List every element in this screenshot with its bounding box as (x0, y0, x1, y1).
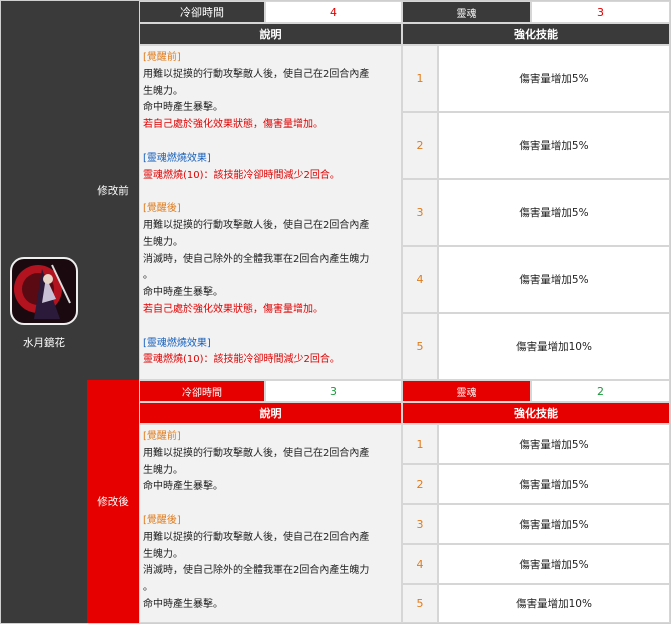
skill-description: [覺醒前] 用難以捉摸的行動攻擊敵人後，使自己在2回合內產 生魄力。 命中時產生… (139, 424, 402, 623)
level-text: 傷害量增加5% (438, 544, 670, 584)
desc-burn-title: [靈魂燃燒效果] (143, 152, 211, 164)
section-label-before: 修改前 (87, 1, 139, 380)
soul-label: 靈魂 (402, 380, 531, 402)
enhance-header: 強化技能 (402, 23, 670, 45)
level-text: 傷害量增加10% (438, 313, 670, 380)
desc-header: 說明 (139, 23, 402, 45)
skill-column: 水月鏡花 (1, 1, 87, 623)
desc-post-title: [覺醒後] (143, 514, 181, 526)
level-text: 傷害量增加5% (438, 112, 670, 179)
skill-description: [覺醒前] 用難以捉摸的行動攻擊敵人後，使自己在2回合內產 生魄力。 命中時產生… (139, 45, 402, 380)
level-text: 傷害量增加10% (438, 584, 670, 623)
level-number: 5 (402, 584, 438, 623)
level-number: 5 (402, 313, 438, 380)
desc-line: 用難以捉摸的行動攻擊敵人後，使自己在2回合內產 (143, 531, 370, 543)
soul-value: 3 (531, 1, 670, 23)
desc-line: 若自己處於強化效果狀態，傷害量增加。 (143, 119, 323, 131)
cooldown-label: 冷卻時間 (139, 380, 265, 402)
level-text: 傷害量增加5% (438, 179, 670, 246)
desc-line: 用難以捉摸的行動攻擊敵人後，使自己在2回合內產 (143, 447, 370, 459)
skill-portrait-icon (10, 257, 78, 325)
desc-burn-line: 靈魂燃燒(10)：該技能冷卻時間減少2回合。 (143, 354, 340, 366)
cooldown-value: 3 (265, 380, 402, 402)
level-text: 傷害量增加5% (438, 45, 670, 112)
skill-compare-table: 水月鏡花 修改前 冷卻時間 4 靈魂 3 說明 強化技能 [覺醒前] 用難以捉摸… (0, 0, 671, 624)
desc-line: 命中時產生暴擊。 (143, 481, 223, 493)
cooldown-label: 冷卻時間 (139, 1, 265, 23)
desc-line: 生魄力。 (143, 548, 183, 560)
desc-line: 生魄力。 (143, 85, 183, 97)
desc-line: 命中時產生暴擊。 (143, 598, 223, 610)
desc-pre-title: [覺醒前] (143, 52, 181, 63)
level-text: 傷害量增加5% (438, 464, 670, 504)
desc-line: 若自己處於強化效果狀態，傷害量增加。 (143, 303, 323, 315)
level-text: 傷害量增加5% (438, 504, 670, 544)
level-number: 4 (402, 246, 438, 313)
desc-line: 生魄力。 (143, 236, 183, 248)
desc-line: 命中時產生暴擊。 (143, 102, 223, 114)
desc-burn-title: [靈魂燃燒效果] (143, 337, 211, 349)
desc-line: 。 (143, 270, 153, 282)
level-number: 2 (402, 112, 438, 179)
desc-header: 說明 (139, 402, 402, 424)
level-number: 3 (402, 179, 438, 246)
desc-line: 用難以捉摸的行動攻擊敵人後，使自己在2回合內產 (143, 219, 370, 231)
soul-value: 2 (531, 380, 670, 402)
enhance-levels-after: 1 傷害量增加5% 2 傷害量增加5% 3 傷害量增加5% 4 傷害量增加5% … (402, 424, 670, 623)
soul-label: 靈魂 (402, 1, 531, 23)
skill-name: 水月鏡花 (23, 337, 65, 349)
level-number: 1 (402, 424, 438, 464)
desc-line: 。 (143, 582, 153, 594)
desc-burn-line: 靈魂燃燒(10)：該技能冷卻時間減少2回合。 (143, 169, 340, 181)
desc-post-title: [覺醒後] (143, 203, 181, 215)
desc-line: 消滅時，使自己除外的全體我軍在2回合內產生魄力 (143, 253, 370, 265)
desc-line: 用難以捉摸的行動攻擊敵人後，使自己在2回合內產 (143, 68, 370, 80)
enhance-header: 強化技能 (402, 402, 670, 424)
level-number: 2 (402, 464, 438, 504)
enhance-levels-before: 1 傷害量增加5% 2 傷害量增加5% 3 傷害量增加5% 4 傷害量增加5% … (402, 45, 670, 380)
cooldown-value: 4 (265, 1, 402, 23)
level-text: 傷害量增加5% (438, 246, 670, 313)
desc-line: 命中時產生暴擊。 (143, 287, 223, 299)
level-number: 4 (402, 544, 438, 584)
level-text: 傷害量增加5% (438, 424, 670, 464)
desc-pre-title: [覺醒前] (143, 431, 181, 442)
desc-line: 消滅時，使自己除外的全體我軍在2回合內產生魄力 (143, 565, 370, 577)
level-number: 3 (402, 504, 438, 544)
desc-line: 生魄力。 (143, 464, 183, 476)
section-label-after: 修改後 (87, 380, 139, 623)
level-number: 1 (402, 45, 438, 112)
